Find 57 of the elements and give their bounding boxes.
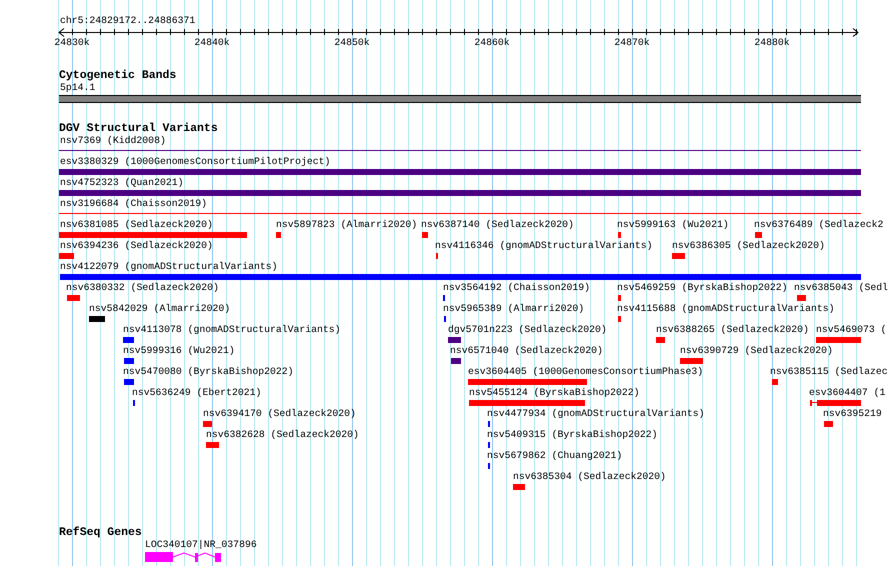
variant-label: nsv4115688 (gnomADStructuralVariants)	[617, 303, 835, 315]
gene-label: LOC340107|NR_037896	[145, 539, 257, 550]
variant-label: esv3380329 (1000GenomesConsortiumPilotProject)	[60, 156, 330, 168]
variant-label: nsv7369 (Kidd2008)	[60, 135, 166, 147]
track-title: Cytogenetic Bands	[59, 69, 176, 82]
tick-label: 24880k	[754, 37, 790, 49]
variant-label: nsv6395219	[823, 408, 882, 420]
variant-label: esv3604407 (1	[809, 387, 886, 399]
variant-label: nsv6382628 (Sedlazeck2020)	[206, 429, 359, 441]
variant-label: nsv4116346 (gnomADStructuralVariants)	[435, 240, 653, 252]
band-label: 5p14.1	[60, 82, 96, 93]
variant-label: nsv6385115 (Sedlazec	[770, 366, 888, 378]
variant-label: nsv5469259 (ByrskaBishop2022)	[617, 282, 788, 294]
variant-label: nsv6390729 (Sedlazeck2020)	[680, 345, 833, 357]
variant-label: esv3604405 (1000GenomesConsortiumPhase3)	[468, 366, 704, 378]
variant-label: nsv3196684 (Chaisson2019)	[60, 198, 207, 210]
variant-label: nsv4752323 (Quan2021)	[60, 177, 184, 189]
track-title: DGV Structural Variants	[59, 122, 218, 135]
variant-label: nsv6385043 (Sedl	[794, 282, 888, 294]
tick-label: 24860k	[474, 37, 510, 49]
location-label: chr5:24829172..24886371	[60, 15, 196, 26]
tick-label: 24850k	[334, 37, 370, 49]
gene-model-drawing[interactable]	[145, 552, 222, 562]
variant-line[interactable]	[59, 213, 861, 214]
variant-label: nsv6381085 (Sedlazeck2020)	[60, 219, 213, 231]
variant-label: nsv5455124 (ByrskaBishop2022)	[469, 387, 640, 399]
cytoband-bar[interactable]	[59, 95, 861, 103]
variant-label: nsv6571040 (Sedlazeck2020)	[450, 345, 603, 357]
tick-label: 24870k	[614, 37, 650, 49]
tick-label: 24840k	[194, 37, 230, 49]
track-title: RefSeq Genes	[59, 526, 142, 539]
variant-label: nsv4122079 (gnomADStructuralVariants)	[60, 261, 278, 273]
variant-label: nsv6385304 (Sedlazeck2020)	[513, 471, 666, 483]
variant-label: nsv6394170 (Sedlazeck2020)	[203, 408, 356, 420]
variant-label: nsv6380332 (Sedlazeck2020)	[66, 282, 219, 294]
variant-label: nsv5636249 (Ebert2021)	[132, 387, 262, 399]
variant-label: nsv4113078 (gnomADStructuralVariants)	[123, 324, 341, 336]
variant-label: nsv5897823 (Almarri2020)	[276, 219, 418, 231]
tick-label: 24830k	[54, 37, 90, 49]
variant-label: nsv6386305 (Sedlazeck2020)	[672, 240, 825, 252]
variant-label: nsv4477934 (gnomADStructuralVariants)	[487, 408, 705, 420]
variant-label: nsv5679862 (Chuang2021)	[487, 450, 622, 462]
variant-label: nsv5965389 (Almarri2020)	[443, 303, 584, 315]
variant-label: nsv5409315 (ByrskaBishop2022)	[487, 429, 658, 441]
variant-line[interactable]	[59, 150, 861, 151]
variant-label: nsv6388265 (Sedlazeck2020)	[656, 324, 809, 336]
variant-label: nsv6376489 (Sedlazeck2	[754, 219, 884, 231]
variant-label: nsv3564192 (Chaisson2019)	[443, 282, 590, 294]
variant-label: nsv5999163 (Wu2021)	[617, 219, 729, 231]
variant-label: nsv5842029 (Almarri2020)	[89, 303, 230, 315]
variant-label: nsv5470080 (ByrskaBishop2022)	[123, 366, 294, 378]
variant-label: nsv5469073 (	[816, 324, 887, 336]
variant-label: nsv5999316 (Wu2021)	[123, 345, 235, 357]
variant-label: dgv5701n223 (Sedlazeck2020)	[448, 324, 607, 336]
variant-label: nsv6387140 (Sedlazeck2020)	[421, 219, 574, 231]
variant-bar[interactable]	[810, 400, 861, 406]
variant-label: nsv6394236 (Sedlazeck2020)	[60, 240, 213, 252]
